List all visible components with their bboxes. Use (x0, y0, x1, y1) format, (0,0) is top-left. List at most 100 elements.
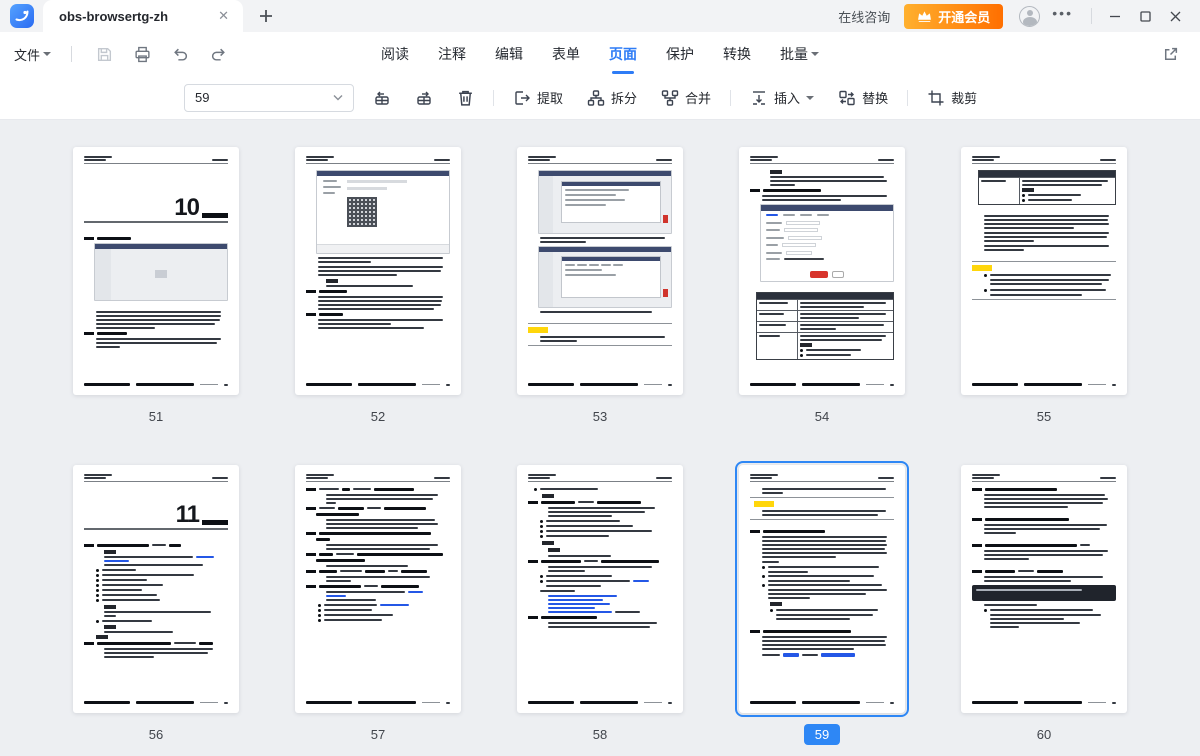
page-thumbnail-57[interactable] (295, 465, 461, 713)
split-label: 拆分 (611, 88, 637, 107)
page-preview (739, 465, 905, 713)
page-cell-60: 60 (961, 465, 1127, 745)
print-button[interactable] (128, 40, 156, 68)
page-preview: 10 (73, 147, 239, 395)
page-cell-58: 58 (517, 465, 683, 745)
page-thumbnail-60[interactable] (961, 465, 1127, 713)
table-placeholder (756, 292, 894, 360)
title-bar: obs-browsertg-zh ✕ 在线咨询 开通会员 ••• (0, 0, 1200, 32)
extract-label: 提取 (537, 88, 563, 107)
page-thumbnail-56[interactable]: 11 (73, 465, 239, 713)
page-number-label: 56 (138, 724, 174, 745)
screenshot-placeholder (316, 170, 450, 254)
page-thumbnail-55[interactable] (961, 147, 1127, 395)
redo-button[interactable] (204, 40, 232, 68)
tab-page[interactable]: 页面 (608, 38, 638, 70)
document-tab[interactable]: obs-browsertg-zh ✕ (43, 0, 243, 32)
rotate-right-button[interactable] (410, 85, 438, 111)
chevron-down-icon (43, 52, 51, 56)
page-number-badge: 59 (804, 724, 840, 745)
page-number-label: 54 (804, 406, 840, 427)
menu-bar: 文件 阅读 注释 编辑 表单 页面 保护 转换 批量 (0, 32, 1200, 76)
tab-batch[interactable]: 批量 (779, 38, 820, 70)
account-avatar[interactable] (1019, 6, 1040, 27)
page-number-label: 51 (138, 406, 174, 427)
toolbar-divider (907, 90, 908, 106)
tab-read[interactable]: 阅读 (380, 38, 410, 70)
page-selector-value: 59 (195, 90, 209, 105)
online-support-link[interactable]: 在线咨询 (824, 7, 904, 26)
replace-button[interactable]: 替换 (833, 84, 893, 111)
close-button[interactable] (1160, 1, 1190, 31)
page-number-label: 58 (582, 724, 618, 745)
page-selector[interactable]: 59 (184, 84, 354, 112)
page-preview (295, 147, 461, 395)
page-number-label: 55 (1026, 406, 1062, 427)
extract-button[interactable]: 提取 (508, 84, 568, 111)
tab-annotate[interactable]: 注释 (437, 38, 467, 70)
table-placeholder (978, 170, 1116, 205)
chevron-down-icon (811, 52, 819, 56)
menu-divider (71, 46, 72, 62)
merge-button[interactable]: 合并 (656, 84, 716, 111)
crown-icon (917, 10, 932, 22)
page-cell-55: 55 (961, 147, 1127, 427)
page-cell-56: 11 56 (73, 465, 239, 745)
page-cell-59: 59 (739, 465, 905, 745)
minimize-button[interactable] (1100, 1, 1130, 31)
page-number-label: 53 (582, 406, 618, 427)
screenshot-placeholder (538, 170, 672, 234)
page-number-label: 60 (1026, 724, 1062, 745)
page-cell-57: 57 (295, 465, 461, 745)
split-button[interactable]: 拆分 (582, 84, 642, 111)
crop-button[interactable]: 裁剪 (922, 84, 982, 111)
ribbon-tabs: 阅读 注释 编辑 表单 页面 保护 转换 批量 (380, 38, 820, 70)
page-number-label: 57 (360, 724, 396, 745)
page-thumbnail-51[interactable]: 10 (73, 147, 239, 395)
rotate-left-button[interactable] (368, 85, 396, 111)
replace-label: 替换 (862, 88, 888, 107)
page-cell-54: 54 (739, 147, 905, 427)
tab-convert[interactable]: 转换 (722, 38, 752, 70)
chapter-number: 11 (176, 505, 199, 525)
chevron-down-icon (806, 96, 814, 100)
page-thumbnail-52[interactable] (295, 147, 461, 395)
insert-button[interactable]: 插入 (745, 84, 819, 111)
open-external-button[interactable] (1156, 40, 1184, 68)
new-tab-button[interactable] (243, 0, 289, 32)
chapter-number: 10 (174, 198, 199, 218)
page-preview: 11 (73, 465, 239, 713)
screenshot-placeholder (94, 243, 228, 301)
delete-page-button[interactable] (452, 85, 479, 111)
more-menu-icon[interactable]: ••• (1052, 5, 1083, 27)
page-thumbnail-58[interactable] (517, 465, 683, 713)
merge-label: 合并 (685, 88, 711, 107)
page-thumbnail-59[interactable] (739, 465, 905, 713)
page-preview (961, 465, 1127, 713)
maximize-button[interactable] (1130, 1, 1160, 31)
insert-label: 插入 (774, 88, 800, 107)
tab-close-icon[interactable]: ✕ (214, 6, 233, 26)
page-thumbnail-54[interactable] (739, 147, 905, 395)
page-thumbnail-53[interactable] (517, 147, 683, 395)
crop-label: 裁剪 (951, 88, 977, 107)
page-preview (295, 465, 461, 713)
undo-button[interactable] (166, 40, 194, 68)
tab-form[interactable]: 表单 (551, 38, 581, 70)
document-tab-title: obs-browsertg-zh (59, 9, 214, 24)
tab-edit[interactable]: 编辑 (494, 38, 524, 70)
save-button[interactable] (90, 40, 118, 68)
file-menu-button[interactable]: 文件 (12, 41, 53, 68)
toolbar-divider (730, 90, 731, 106)
titlebar-divider (1091, 8, 1092, 24)
page-preview (517, 147, 683, 395)
page-preview (517, 465, 683, 713)
premium-button[interactable]: 开通会员 (904, 4, 1003, 29)
page-toolbar: 59 提取 拆分 合并 插入 替换 裁剪 (0, 76, 1200, 120)
file-menu-label: 文件 (14, 45, 40, 64)
toolbar-divider (493, 90, 494, 106)
form-screenshot-placeholder (760, 204, 894, 282)
code-block-placeholder (972, 585, 1116, 601)
tab-protect[interactable]: 保护 (665, 38, 695, 70)
premium-button-label: 开通会员 (938, 7, 990, 26)
